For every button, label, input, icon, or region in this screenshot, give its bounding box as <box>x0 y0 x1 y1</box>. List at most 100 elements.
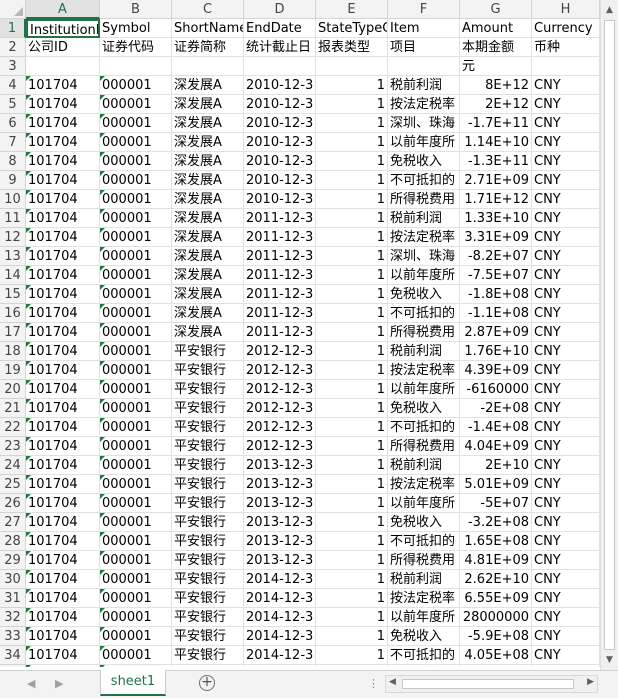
column-header-e[interactable]: E <box>316 0 388 19</box>
cell-g6[interactable]: -1.7E+11 <box>460 114 532 133</box>
cell-c33[interactable]: 平安银行 <box>172 627 244 646</box>
cell-h18[interactable]: CNY <box>532 342 600 361</box>
cell-b11[interactable]: 000001 <box>100 209 172 228</box>
cell-g18[interactable]: 1.76E+10 <box>460 342 532 361</box>
cell-b10[interactable]: 000001 <box>100 190 172 209</box>
cell-d5[interactable]: 2010-12-3 <box>244 95 316 114</box>
cell-h24[interactable]: CNY <box>532 456 600 475</box>
cell-d7[interactable]: 2010-12-3 <box>244 133 316 152</box>
row-header[interactable]: 7 <box>0 133 26 152</box>
cell-d29[interactable]: 2013-12-3 <box>244 551 316 570</box>
cell-f28[interactable]: 不可抵扣的 <box>388 532 460 551</box>
cell-h8[interactable]: CNY <box>532 152 600 171</box>
cell-h23[interactable]: CNY <box>532 437 600 456</box>
row-header[interactable]: 31 <box>0 589 26 608</box>
cell-a10[interactable]: 101704 <box>26 190 100 209</box>
cell-g12[interactable]: 3.31E+09 <box>460 228 532 247</box>
cell-e8[interactable]: 1 <box>316 152 388 171</box>
cell-c15[interactable]: 深发展A <box>172 285 244 304</box>
cell-d22[interactable]: 2012-12-3 <box>244 418 316 437</box>
column-header-a[interactable]: A <box>26 0 100 19</box>
cell-g20[interactable]: -6160000 <box>460 380 532 399</box>
cell-f9[interactable]: 不可抵扣的 <box>388 171 460 190</box>
cell-h12[interactable]: CNY <box>532 228 600 247</box>
row-header[interactable]: 19 <box>0 361 26 380</box>
cell-d27[interactable]: 2013-12-3 <box>244 513 316 532</box>
cell-h14[interactable]: CNY <box>532 266 600 285</box>
cell-b16[interactable]: 000001 <box>100 304 172 323</box>
cell-f24[interactable]: 税前利润 <box>388 456 460 475</box>
cell-d2[interactable]: 统计截止日 <box>244 38 316 57</box>
cell-h11[interactable]: CNY <box>532 209 600 228</box>
row-header[interactable]: 6 <box>0 114 26 133</box>
cell-c10[interactable]: 深发展A <box>172 190 244 209</box>
cell-e25[interactable]: 1 <box>316 475 388 494</box>
cell-h7[interactable]: CNY <box>532 133 600 152</box>
cell-g30[interactable]: 2.62E+10 <box>460 570 532 589</box>
cell-d14[interactable]: 2011-12-3 <box>244 266 316 285</box>
row-header[interactable]: 4 <box>0 76 26 95</box>
cell-f2[interactable]: 项目 <box>388 38 460 57</box>
cell-f12[interactable]: 按法定税率 <box>388 228 460 247</box>
cell-f33[interactable]: 免税收入 <box>388 627 460 646</box>
cell-a25[interactable]: 101704 <box>26 475 100 494</box>
cell-f21[interactable]: 免税收入 <box>388 399 460 418</box>
cell-e12[interactable]: 1 <box>316 228 388 247</box>
cell-a29[interactable]: 101704 <box>26 551 100 570</box>
cell-f15[interactable]: 免税收入 <box>388 285 460 304</box>
cell-f7[interactable]: 以前年度所 <box>388 133 460 152</box>
select-all-corner[interactable] <box>0 0 26 19</box>
cell-g10[interactable]: 1.71E+12 <box>460 190 532 209</box>
spreadsheet-grid[interactable]: 1InstitutionIDSymbolShortNameEndDateStat… <box>0 19 600 667</box>
cell-g29[interactable]: 4.81E+09 <box>460 551 532 570</box>
cell-c25[interactable]: 平安银行 <box>172 475 244 494</box>
cell-d21[interactable]: 2012-12-3 <box>244 399 316 418</box>
cell-b35[interactable]: 000001 <box>100 665 172 667</box>
cell-d6[interactable]: 2010-12-3 <box>244 114 316 133</box>
cell-b12[interactable]: 000001 <box>100 228 172 247</box>
cell-b26[interactable]: 000001 <box>100 494 172 513</box>
cell-g28[interactable]: 1.65E+08 <box>460 532 532 551</box>
cell-h3[interactable] <box>532 57 600 76</box>
cell-a30[interactable]: 101704 <box>26 570 100 589</box>
cell-e11[interactable]: 1 <box>316 209 388 228</box>
cell-g22[interactable]: -1.4E+08 <box>460 418 532 437</box>
cell-b7[interactable]: 000001 <box>100 133 172 152</box>
cell-g32[interactable]: 28000000 <box>460 608 532 627</box>
cell-g23[interactable]: 4.04E+09 <box>460 437 532 456</box>
cell-a18[interactable]: 101704 <box>26 342 100 361</box>
cell-h34[interactable]: CNY <box>532 646 600 665</box>
cell-a32[interactable]: 101704 <box>26 608 100 627</box>
horizontal-scrollbar[interactable]: ◀ ▶ <box>385 675 598 693</box>
cell-f11[interactable]: 税前利润 <box>388 209 460 228</box>
cell-f25[interactable]: 按法定税率 <box>388 475 460 494</box>
cell-b2[interactable]: 证券代码 <box>100 38 172 57</box>
cell-f30[interactable]: 税前利润 <box>388 570 460 589</box>
cell-h17[interactable]: CNY <box>532 323 600 342</box>
cell-a11[interactable]: 101704 <box>26 209 100 228</box>
cell-a31[interactable]: 101704 <box>26 589 100 608</box>
cell-f34[interactable]: 不可抵扣的 <box>388 646 460 665</box>
cell-d20[interactable]: 2012-12-3 <box>244 380 316 399</box>
cell-c7[interactable]: 深发展A <box>172 133 244 152</box>
scroll-left-icon[interactable]: ◀ <box>389 677 396 687</box>
cell-e5[interactable]: 1 <box>316 95 388 114</box>
cell-c11[interactable]: 深发展A <box>172 209 244 228</box>
cell-f5[interactable]: 按法定税率 <box>388 95 460 114</box>
cell-g3[interactable]: 元 <box>460 57 532 76</box>
cell-b23[interactable]: 000001 <box>100 437 172 456</box>
cell-e24[interactable]: 1 <box>316 456 388 475</box>
cell-d18[interactable]: 2012-12-3 <box>244 342 316 361</box>
cell-h20[interactable]: CNY <box>532 380 600 399</box>
cell-c20[interactable]: 平安银行 <box>172 380 244 399</box>
cell-b4[interactable]: 000001 <box>100 76 172 95</box>
cell-g31[interactable]: 6.55E+09 <box>460 589 532 608</box>
cell-f13[interactable]: 深圳、珠海 <box>388 247 460 266</box>
cell-c12[interactable]: 深发展A <box>172 228 244 247</box>
cell-d1[interactable]: EndDate <box>244 19 316 38</box>
cell-b17[interactable]: 000001 <box>100 323 172 342</box>
cell-d24[interactable]: 2013-12-3 <box>244 456 316 475</box>
cell-c6[interactable]: 深发展A <box>172 114 244 133</box>
cell-h26[interactable]: CNY <box>532 494 600 513</box>
cell-b18[interactable]: 000001 <box>100 342 172 361</box>
